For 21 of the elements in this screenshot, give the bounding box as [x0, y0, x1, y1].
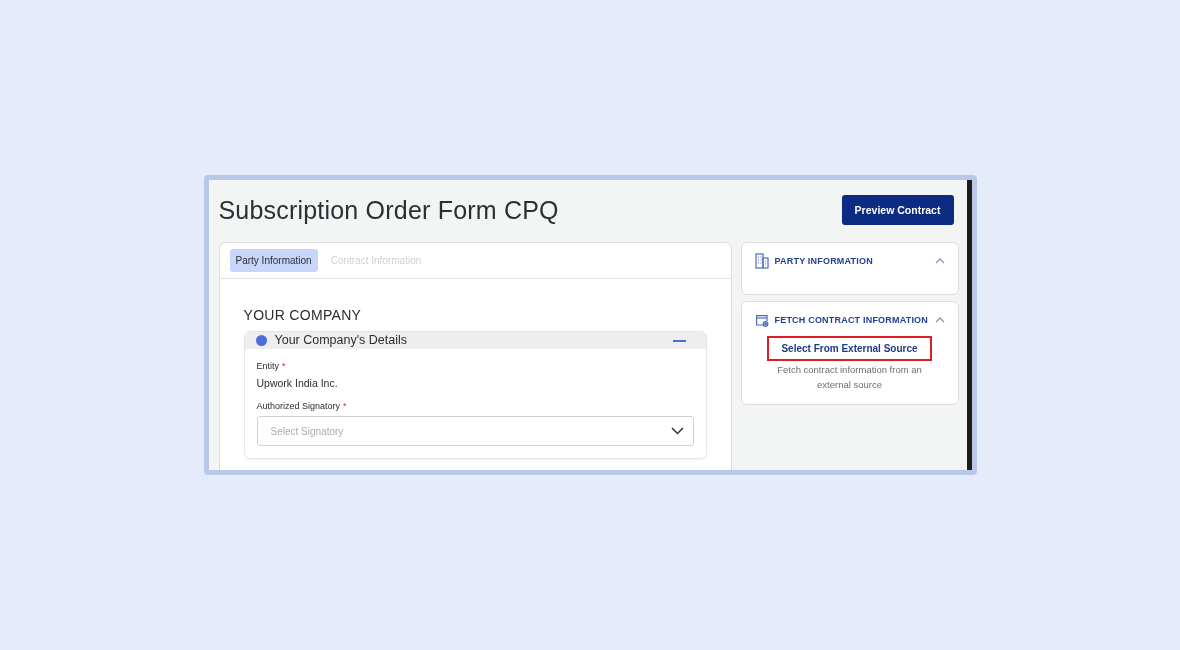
page-title: Subscription Order Form CPQ	[218, 195, 559, 225]
tab[interactable]: Party Information	[229, 249, 318, 272]
panel-title: Your Company's Details	[274, 332, 409, 349]
building-icon	[754, 253, 769, 269]
window-gear-icon	[754, 313, 769, 327]
required-mark: *	[343, 400, 347, 412]
chevron-down-icon[interactable]	[670, 427, 684, 435]
field-value: Upwork India Inc.	[256, 377, 339, 390]
preview-contract-button[interactable]: Preview Contract	[841, 195, 954, 225]
section-heading: YOUR COMPANY	[243, 307, 363, 323]
panel-description: Fetch contract information from an external source	[776, 363, 923, 392]
minus-icon[interactable]	[672, 339, 686, 342]
status-dot-icon	[255, 335, 267, 346]
required-mark: *	[282, 360, 286, 372]
chevron-up-icon[interactable]	[934, 317, 945, 323]
panel-title: PARTY INFORMATION	[774, 256, 874, 266]
chevron-up-icon[interactable]	[934, 258, 945, 264]
field-label: Authorized Signatory	[256, 400, 341, 412]
external-source-link[interactable]: Select From External Source	[767, 336, 932, 361]
panel-title: FETCH CONTRACT INFORMATION	[774, 315, 929, 325]
field-label: Entity	[256, 360, 279, 372]
